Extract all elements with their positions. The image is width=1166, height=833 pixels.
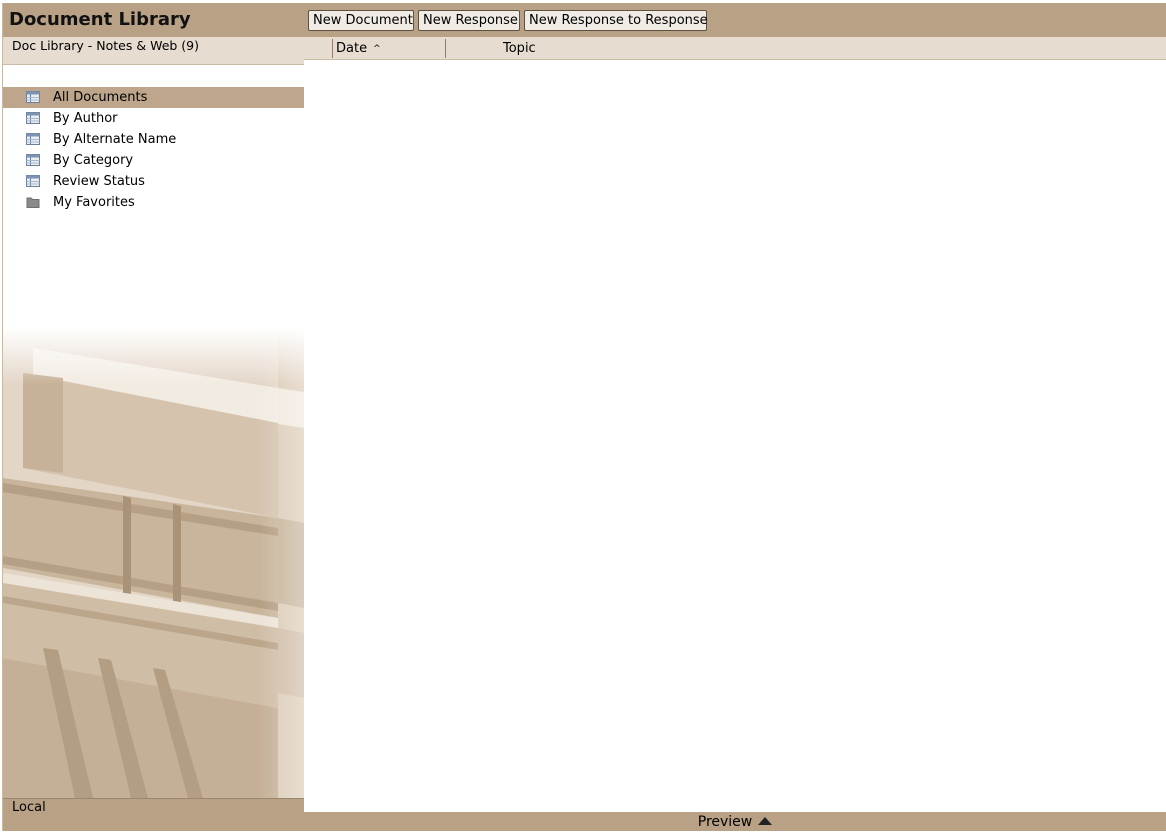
navigator-pane: Document Library Doc Library - Notes & W… [2,3,305,831]
nav-label: By Alternate Name [53,132,177,147]
nav-label: My Favorites [53,195,135,210]
new-document-button[interactable]: New Document [308,10,414,31]
view-icon [26,133,40,145]
triangle-up-icon [758,817,773,825]
sort-ascending-icon[interactable]: ^ [373,44,381,54]
action-bar: New Document New Response New Response t… [304,3,1166,37]
nav-item-review-status[interactable]: Review Status [3,171,304,192]
preview-label: Preview [697,814,753,830]
nav-item-my-favorites[interactable]: My Favorites [3,192,304,213]
view-icon [26,91,40,103]
column-separator[interactable] [445,39,446,58]
column-date-label: Date [336,41,368,56]
column-separator [332,39,333,58]
nav-label: By Category [53,153,134,168]
nav-label: By Author [53,111,118,126]
location-status: Local [3,798,304,831]
view-icon [26,112,40,124]
database-title: Doc Library - Notes & Web (9) [3,37,304,65]
books-illustration [3,328,304,798]
nav-label: Review Status [53,174,145,189]
app-title: Document Library [3,3,304,37]
column-topic[interactable]: Topic [503,37,803,59]
app-window: Document Library Doc Library - Notes & W… [0,0,1166,833]
view-icon [26,154,40,166]
column-header-bar: Date ^ Topic [304,37,1166,60]
view-list: All Documents By Author By Alternate Nam… [3,87,304,213]
nav-item-all-documents[interactable]: All Documents [3,87,304,108]
column-date[interactable]: Date ^ [336,37,444,59]
column-topic-label: Topic [503,41,536,56]
document-view[interactable] [304,60,1166,812]
view-icon [26,175,40,187]
preview-toggle[interactable]: Preview [304,812,1166,831]
new-response-button[interactable]: New Response [418,10,520,31]
nav-item-by-alternate-name[interactable]: By Alternate Name [3,129,304,150]
nav-label: All Documents [53,90,148,105]
nav-item-by-category[interactable]: By Category [3,150,304,171]
new-response-to-response-button[interactable]: New Response to Response [524,10,708,31]
folder-icon [26,197,40,208]
nav-item-by-author[interactable]: By Author [3,108,304,129]
